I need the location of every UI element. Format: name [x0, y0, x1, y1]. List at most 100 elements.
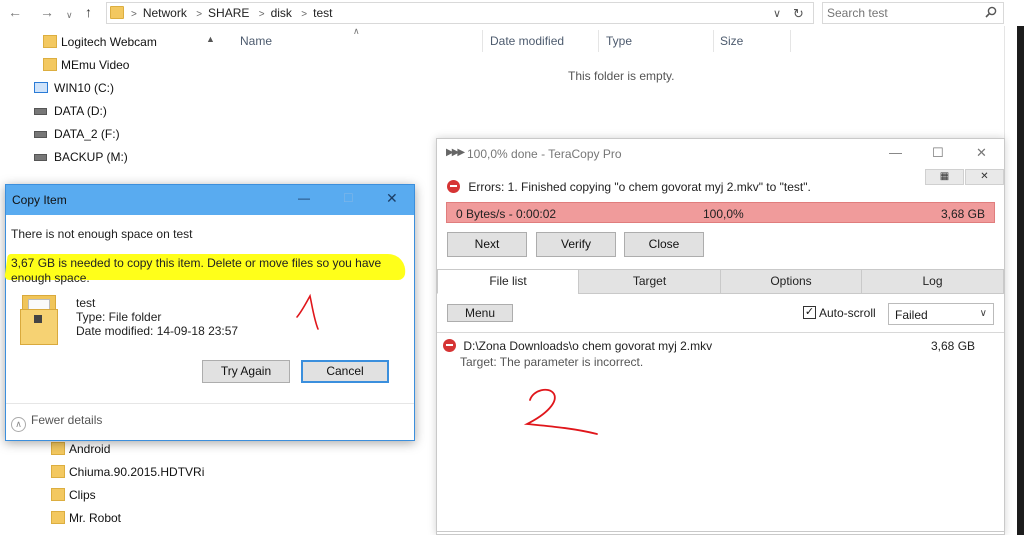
teracopy-title-bar[interactable]: ▶▶▶ 100,0% done - TeraCopy Pro — ☐ ✕ — [437, 139, 1004, 167]
column-divider[interactable] — [482, 30, 483, 52]
column-header-name[interactable]: Name — [240, 34, 272, 48]
nav-item-label: MEmu Video — [61, 58, 130, 72]
tab-target[interactable]: Target — [578, 269, 721, 294]
folder-icon — [43, 58, 57, 71]
nav-item-data2-f[interactable]: DATA_2 (F:) — [0, 124, 200, 144]
search-input[interactable] — [827, 5, 977, 21]
back-arrow-icon[interactable]: ← — [8, 4, 22, 20]
divider — [437, 332, 1004, 333]
try-again-button[interactable]: Try Again — [202, 360, 290, 383]
nav-item-label: Chiuma.90.2015.HDTVRip.I — [69, 465, 205, 479]
error-icon — [447, 180, 460, 193]
auto-scroll-checkbox[interactable]: ✓ — [803, 306, 816, 319]
nav-item-backup-m[interactable]: BACKUP (M:) — [0, 147, 200, 167]
menu-button[interactable]: Menu — [447, 304, 513, 322]
error-summary: Errors: 1. Finished copying "o chem govo… — [447, 180, 811, 194]
verify-button[interactable]: Verify — [536, 232, 616, 257]
file-name: test — [76, 296, 96, 310]
progress-percent: 100,0% — [703, 207, 744, 221]
breadcrumb-item[interactable]: SHARE — [208, 6, 249, 20]
breadcrumb-item[interactable]: Network — [143, 6, 187, 20]
chevron-down-icon[interactable]: ∨ — [773, 7, 781, 20]
progress-speed: 0 Bytes/s - 0:00:02 — [456, 207, 557, 221]
close-button[interactable]: Close — [624, 232, 704, 257]
next-button[interactable]: Next — [447, 232, 527, 257]
auto-scroll-label[interactable]: Auto-scroll — [819, 306, 876, 320]
nav-item-data-d[interactable]: DATA (D:) — [0, 101, 200, 121]
minimize-icon[interactable]: — — [889, 145, 902, 160]
file-type: Type: File folder — [76, 310, 162, 324]
nav-item-android[interactable]: Android — [0, 439, 205, 459]
nav-item-label: Mr. Robot — [69, 511, 122, 525]
tab-log[interactable]: Log — [861, 269, 1004, 294]
failed-file-target-message: Target: The parameter is incorrect. — [460, 355, 644, 369]
nav-item-label: BACKUP (M:) — [54, 150, 128, 164]
failed-file-path: D:\Zona Downloads\o chem govorat myj 2.m… — [463, 339, 713, 353]
error-summary-text: Errors: 1. Finished copying "o chem govo… — [468, 180, 811, 194]
chevron-down-icon: ∨ — [979, 308, 987, 319]
copy-item-dialog: Copy Item — ☐ ✕ There is not enough spac… — [4, 184, 415, 441]
nav-item-clips[interactable]: Clips — [0, 485, 205, 505]
nav-item-mr-robot[interactable]: Mr. Robot — [0, 508, 205, 528]
address-toolbar: ← → ∨ ↑ > Network > SHARE > disk > test ∨ ↻ — [0, 0, 1024, 26]
close-icon[interactable]: ✕ — [976, 145, 987, 161]
nav-item-chiuma[interactable]: Chiuma.90.2015.HDTVRip.I — [0, 462, 205, 482]
nav-item-memu-video[interactable]: MEmu Video — [0, 55, 200, 75]
error-message: There is not enough space on test — [11, 227, 193, 241]
breadcrumb: > Network > SHARE > disk > test — [131, 6, 333, 20]
restore-panel-button[interactable]: ▦ — [925, 169, 964, 185]
failed-file-row[interactable]: D:\Zona Downloads\o chem govorat myj 2.m… — [443, 339, 712, 353]
tab-options[interactable]: Options — [720, 269, 862, 294]
filter-select[interactable]: Failed ∨ — [888, 303, 994, 325]
tab-file-list[interactable]: File list — [437, 269, 579, 294]
folder-icon — [51, 488, 65, 501]
nav-item-logitech-webcam[interactable]: Logitech Webcam — [0, 32, 200, 52]
sort-ascending-icon: ∧ — [353, 26, 360, 36]
search-icon[interactable] — [985, 6, 997, 18]
close-panel-button[interactable]: ✕ — [965, 169, 1004, 185]
scroll-up-icon[interactable]: ▲ — [206, 34, 215, 44]
file-info: test Type: File folder Date modified: 14… — [76, 296, 238, 338]
column-header-type[interactable]: Type — [606, 34, 632, 48]
column-header-date-modified[interactable]: Date modified — [490, 34, 564, 48]
folder-icon — [51, 511, 65, 524]
teracopy-window: ▶▶▶ 100,0% done - TeraCopy Pro — ☐ ✕ ▦ ✕… — [436, 138, 1005, 535]
folder-icon — [110, 6, 124, 19]
search-box[interactable] — [822, 2, 1004, 24]
nav-item-label: Logitech Webcam — [61, 35, 157, 49]
refresh-icon[interactable]: ↻ — [793, 6, 804, 22]
folder-icon — [51, 442, 65, 455]
breadcrumb-item[interactable]: test — [313, 6, 332, 20]
nav-item-label: WIN10 (C:) — [54, 81, 114, 95]
fewer-details-toggle[interactable]: ∧ Fewer details — [11, 413, 102, 432]
folder-icon — [18, 293, 60, 345]
failed-file-size: 3,68 GB — [931, 339, 976, 353]
breadcrumb-item[interactable]: disk — [271, 6, 292, 20]
file-date: Date modified: 14-09-18 23:57 — [76, 324, 239, 338]
recent-dropdown-icon[interactable]: ∨ — [66, 7, 73, 23]
column-divider[interactable] — [713, 30, 714, 52]
maximize-icon[interactable]: ☐ — [932, 145, 944, 161]
minimize-icon[interactable]: — — [298, 191, 310, 205]
teracopy-title: 100,0% done - TeraCopy Pro — [467, 147, 622, 161]
space-needed-text: 3,67 GB is needed to copy this item. Del… — [11, 256, 382, 285]
dialog-title-bar[interactable]: Copy Item — ☐ ✕ — [6, 185, 414, 215]
up-arrow-icon[interactable]: ↑ — [85, 4, 92, 20]
nav-item-label: DATA (D:) — [54, 104, 107, 118]
progress-size: 3,68 GB — [940, 207, 985, 221]
error-icon — [443, 339, 456, 352]
divider — [437, 531, 1004, 532]
cancel-button[interactable]: Cancel — [301, 360, 389, 383]
handwritten-annotation — [523, 388, 598, 435]
forward-arrow-icon[interactable]: → — [40, 4, 54, 20]
close-icon[interactable]: ✕ — [386, 190, 398, 207]
address-bar[interactable]: > Network > SHARE > disk > test ∨ ↻ — [106, 2, 814, 24]
divider — [6, 403, 414, 404]
column-header-size[interactable]: Size — [720, 34, 743, 48]
nav-item-win10[interactable]: WIN10 (C:) — [0, 78, 200, 98]
folder-icon — [43, 35, 57, 48]
column-divider[interactable] — [790, 30, 791, 52]
column-divider[interactable] — [598, 30, 599, 52]
dialog-title: Copy Item — [12, 193, 67, 207]
windows-drive-icon — [34, 82, 48, 93]
